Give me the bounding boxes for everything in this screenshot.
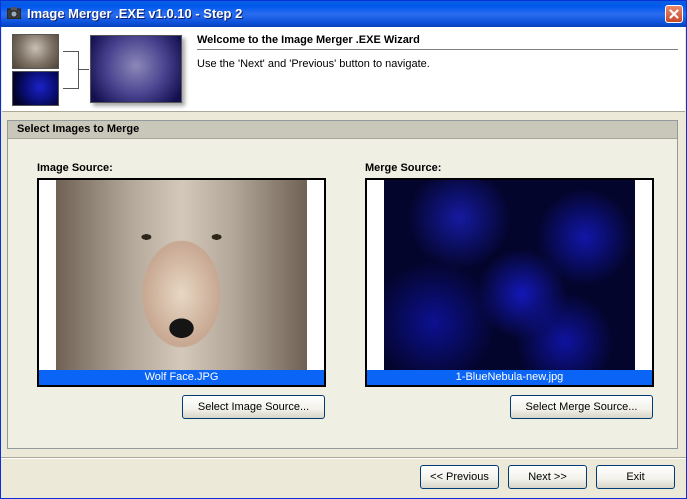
title-bar[interactable]: Image Merger .EXE v1.0.10 - Step 2: [1, 1, 686, 27]
image-source-label: Image Source:: [37, 162, 113, 174]
header-divider: [197, 49, 678, 50]
footer-divider: [1, 457, 686, 459]
merged-thumbnail: [90, 35, 182, 103]
select-images-panel: Select Images to Merge Image Source: Wol…: [7, 120, 678, 449]
wolf-face-image: [56, 180, 307, 370]
nebula-thumbnail: [12, 71, 59, 106]
select-merge-source-button[interactable]: Select Merge Source...: [510, 395, 653, 419]
previous-button[interactable]: << Previous: [420, 465, 499, 489]
wolf-thumbnail: [12, 34, 59, 69]
merge-connector-arm: [79, 69, 89, 70]
exit-button[interactable]: Exit: [596, 465, 675, 489]
close-button[interactable]: [665, 5, 683, 23]
merge-source-preview[interactable]: 1-BlueNebula-new.jpg: [365, 178, 654, 387]
camera-icon: [7, 7, 21, 19]
wizard-title: Welcome to the Image Merger .EXE Wizard: [197, 34, 420, 46]
panel-header: Select Images to Merge: [8, 121, 677, 139]
wizard-header: Welcome to the Image Merger .EXE Wizard …: [2, 27, 685, 112]
close-icon: [669, 9, 679, 19]
wizard-window: Image Merger .EXE v1.0.10 - Step 2 Welco…: [0, 0, 687, 499]
next-button[interactable]: Next >>: [508, 465, 587, 489]
window-title: Image Merger .EXE v1.0.10 - Step 2: [27, 6, 243, 21]
merge-source-filename: 1-BlueNebula-new.jpg: [367, 370, 652, 385]
image-source-preview[interactable]: Wolf Face.JPG: [37, 178, 326, 387]
select-image-source-button[interactable]: Select Image Source...: [182, 395, 325, 419]
image-source-filename: Wolf Face.JPG: [39, 370, 324, 385]
merge-connector: [63, 51, 79, 89]
blue-nebula-image: [384, 180, 635, 370]
wizard-subtitle: Use the 'Next' and 'Previous' button to …: [197, 58, 430, 70]
panel-title: Select Images to Merge: [17, 123, 140, 135]
merge-source-label: Merge Source:: [365, 162, 442, 174]
